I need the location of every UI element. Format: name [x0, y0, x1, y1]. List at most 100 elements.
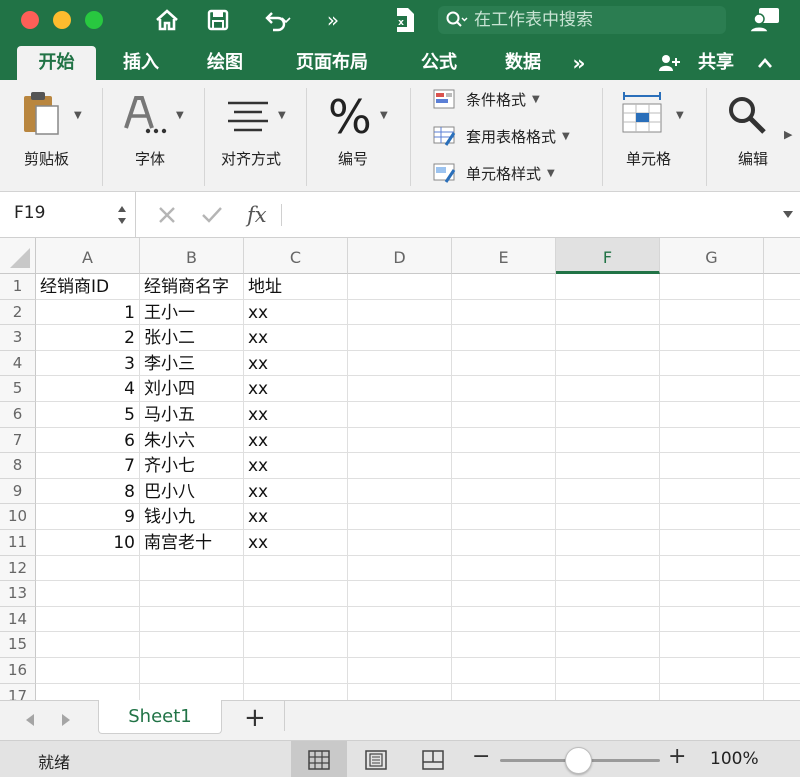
cell[interactable]	[452, 632, 556, 658]
cell[interactable]	[452, 274, 556, 300]
add-sheet-button[interactable]: +	[244, 703, 266, 733]
row-header-17[interactable]: 17	[0, 683, 36, 700]
cell[interactable]	[452, 683, 556, 700]
cell[interactable]	[348, 350, 452, 377]
cell[interactable]	[348, 427, 452, 454]
cell[interactable]: xx	[244, 325, 348, 351]
home-icon[interactable]	[152, 6, 182, 34]
name-box-stepper-icon[interactable]	[116, 203, 128, 227]
account-icon[interactable]	[748, 6, 782, 34]
undo-icon[interactable]	[252, 6, 302, 34]
header-cell[interactable]: 经销商ID	[36, 274, 140, 300]
cell[interactable]	[452, 325, 556, 351]
alignment-group[interactable]: ▼ 对齐方式	[212, 80, 304, 192]
cell[interactable]: 钱小九	[140, 504, 244, 530]
zoom-in-button[interactable]: +	[668, 744, 686, 769]
cell[interactable]: 朱小六	[140, 427, 244, 454]
cell[interactable]	[348, 402, 452, 428]
cell[interactable]	[764, 274, 800, 300]
cell[interactable]: 2	[36, 325, 140, 351]
cell[interactable]	[660, 427, 764, 454]
cell[interactable]: xx	[244, 530, 348, 556]
enter-icon[interactable]	[201, 205, 223, 225]
worksheet-grid[interactable]: A B C D E F G 1 经销商ID 经销商名字 地址 2 1 王小一 xx 3 2 张小二 xx 4 3 李小三 x…	[0, 238, 800, 700]
cell[interactable]: 刘小四	[140, 376, 244, 402]
cell[interactable]	[140, 632, 244, 658]
minimize-window-button[interactable]	[53, 11, 71, 29]
cell[interactable]	[556, 402, 660, 428]
tab-data[interactable]: 数据	[492, 46, 554, 80]
cell[interactable]	[764, 300, 800, 326]
row-header-2[interactable]: 2	[0, 299, 36, 326]
cell[interactable]	[452, 299, 556, 326]
cell[interactable]: xx	[244, 402, 348, 428]
cell[interactable]	[660, 683, 764, 700]
cell[interactable]	[556, 632, 660, 658]
zoom-window-button[interactable]	[85, 11, 103, 29]
cell[interactable]	[764, 325, 800, 351]
cell[interactable]: xx	[244, 478, 348, 505]
cell[interactable]: xx	[244, 504, 348, 530]
cell[interactable]	[452, 581, 556, 607]
expand-formula-bar-icon[interactable]	[782, 210, 794, 220]
cell[interactable]	[244, 632, 348, 658]
header-cell[interactable]: 经销商名字	[140, 274, 244, 300]
row-header-9[interactable]: 9	[0, 478, 36, 505]
cell[interactable]	[764, 581, 800, 607]
cell[interactable]	[244, 581, 348, 607]
row-header-14[interactable]: 14	[0, 606, 36, 633]
row-header-15[interactable]: 15	[0, 632, 36, 658]
column-header-c[interactable]: C	[244, 238, 348, 274]
row-header-12[interactable]: 12	[0, 555, 36, 582]
cell[interactable]	[556, 555, 660, 582]
cell[interactable]	[140, 606, 244, 633]
close-window-button[interactable]	[21, 11, 39, 29]
cell[interactable]	[36, 632, 140, 658]
cell[interactable]	[660, 504, 764, 530]
cell[interactable]: 9	[36, 504, 140, 530]
more-tabs-icon[interactable]: »	[564, 46, 594, 80]
cell[interactable]: 李小三	[140, 350, 244, 377]
cell[interactable]	[348, 478, 452, 505]
column-header-b[interactable]: B	[140, 238, 244, 274]
cell[interactable]	[764, 684, 800, 700]
cell[interactable]	[556, 376, 660, 402]
cell[interactable]: 8	[36, 478, 140, 505]
cell[interactable]	[348, 581, 452, 607]
tab-insert[interactable]: 插入	[110, 46, 172, 80]
cell[interactable]: 南宫老十	[140, 530, 244, 556]
add-person-icon[interactable]	[658, 46, 680, 80]
column-header-a[interactable]: A	[36, 238, 140, 274]
cell[interactable]	[452, 530, 556, 556]
column-header-d[interactable]: D	[348, 238, 452, 274]
tab-home[interactable]: 开始	[17, 46, 96, 80]
cell[interactable]	[452, 376, 556, 402]
cell[interactable]	[348, 453, 452, 479]
cell[interactable]	[764, 530, 800, 556]
cell[interactable]	[36, 683, 140, 700]
row-header-16[interactable]: 16	[0, 658, 36, 684]
name-box[interactable]: F19	[0, 192, 136, 238]
font-group[interactable]: ▼ 字体	[110, 80, 202, 192]
cell[interactable]: 王小一	[140, 299, 244, 326]
tab-page-layout[interactable]: 页面布局	[282, 46, 382, 80]
select-all-corner[interactable]	[0, 238, 36, 274]
cell[interactable]	[556, 453, 660, 479]
cell[interactable]	[452, 504, 556, 530]
cell[interactable]: 4	[36, 376, 140, 402]
cell[interactable]	[140, 581, 244, 607]
cell[interactable]	[556, 530, 660, 556]
cell[interactable]	[244, 658, 348, 684]
cell[interactable]: 马小五	[140, 402, 244, 428]
cell[interactable]	[452, 658, 556, 684]
cell[interactable]: 3	[36, 350, 140, 377]
row-header-11[interactable]: 11	[0, 530, 36, 556]
cell[interactable]	[244, 555, 348, 582]
column-header-e[interactable]: E	[452, 238, 556, 274]
cell[interactable]	[348, 555, 452, 582]
cell[interactable]	[764, 504, 800, 530]
cell[interactable]	[660, 530, 764, 556]
cell[interactable]	[140, 683, 244, 700]
cell[interactable]: xx	[244, 299, 348, 326]
header-cell[interactable]: 地址	[244, 274, 348, 300]
